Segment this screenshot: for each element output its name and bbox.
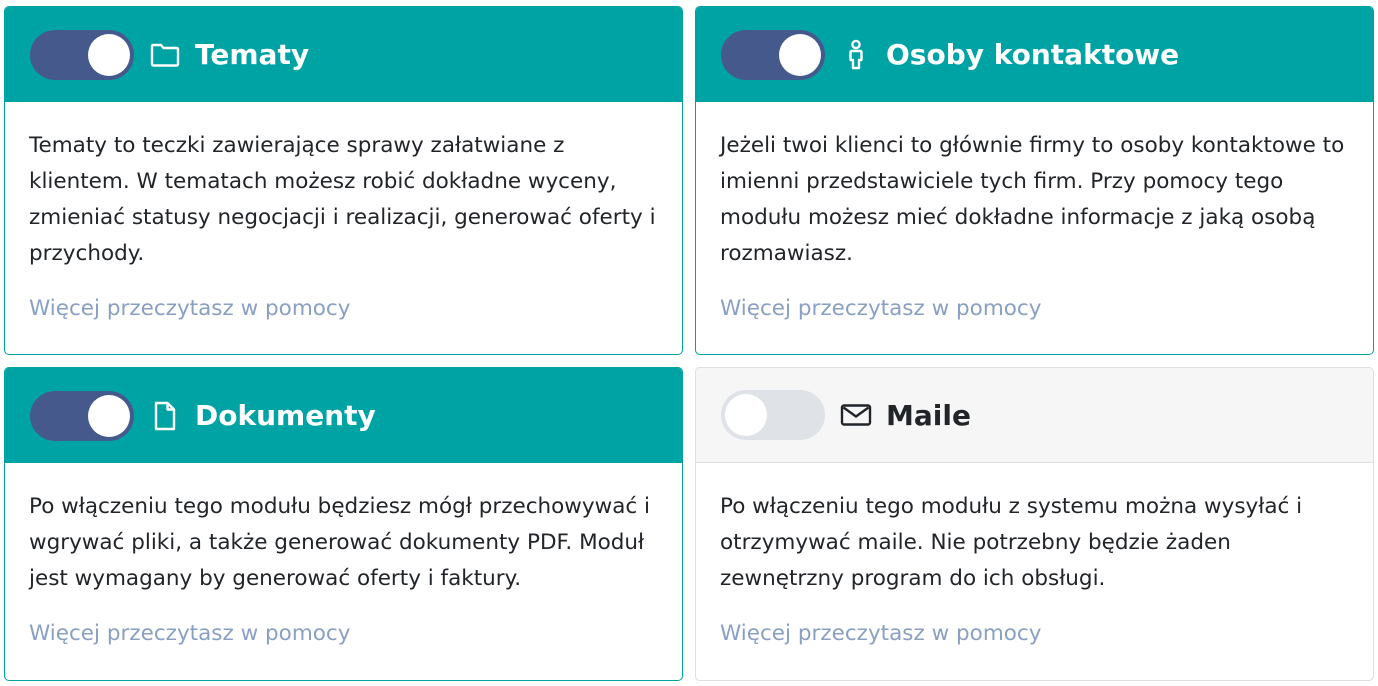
- module-title: Maile: [886, 398, 971, 432]
- module-toggle-switch[interactable]: [30, 29, 134, 80]
- card-header: Osoby kontaktowe: [696, 7, 1373, 102]
- toggle-knob: [725, 394, 767, 436]
- card-body: Tematy to teczki zawierające sprawy zała…: [5, 102, 682, 321]
- card-header: Tematy: [5, 7, 682, 102]
- card-header: Maile: [696, 368, 1373, 463]
- module-title: Dokumenty: [195, 399, 376, 432]
- person-icon: [840, 39, 872, 71]
- card-body: Po włączeniu tego modułu będziesz mógł p…: [5, 463, 682, 646]
- module-title: Osoby kontaktowe: [886, 38, 1180, 71]
- module-description: Po włączeniu tego modułu będziesz mógł p…: [29, 494, 651, 591]
- module-card-osoby-kontaktowe: Osoby kontaktowe Jeżeli twoi klienci to …: [695, 6, 1374, 355]
- toggle-knob: [779, 33, 821, 76]
- envelope-icon: [840, 399, 872, 431]
- toggle-knob: [88, 33, 130, 76]
- toggle-knob: [88, 394, 130, 437]
- module-card-maile: Maile Po włączeniu tego modułu z systemu…: [695, 367, 1374, 681]
- document-icon: [149, 400, 181, 432]
- card-header: Dokumenty: [5, 368, 682, 463]
- module-toggle-switch[interactable]: [30, 390, 134, 441]
- folder-icon: [149, 39, 181, 71]
- module-description: Tematy to teczki zawierające sprawy zała…: [29, 133, 656, 266]
- module-card-dokumenty: Dokumenty Po włączeniu tego modułu będzi…: [4, 367, 683, 681]
- module-toggle-switch[interactable]: [721, 390, 825, 440]
- help-link[interactable]: Więcej przeczytasz w pomocy: [29, 621, 350, 646]
- help-link[interactable]: Więcej przeczytasz w pomocy: [720, 296, 1041, 321]
- module-description: Jeżeli twoi klienci to głównie firmy to …: [720, 133, 1345, 266]
- module-description: Po włączeniu tego modułu z systemu można…: [720, 494, 1303, 591]
- module-toggle-switch[interactable]: [721, 29, 825, 80]
- card-body: Po włączeniu tego modułu z systemu można…: [696, 463, 1373, 646]
- help-link[interactable]: Więcej przeczytasz w pomocy: [720, 621, 1041, 646]
- card-body: Jeżeli twoi klienci to głównie firmy to …: [696, 102, 1373, 321]
- help-link[interactable]: Więcej przeczytasz w pomocy: [29, 296, 350, 321]
- module-card-tematy: Tematy Tematy to teczki zawierające spra…: [4, 6, 683, 355]
- module-title: Tematy: [195, 38, 310, 71]
